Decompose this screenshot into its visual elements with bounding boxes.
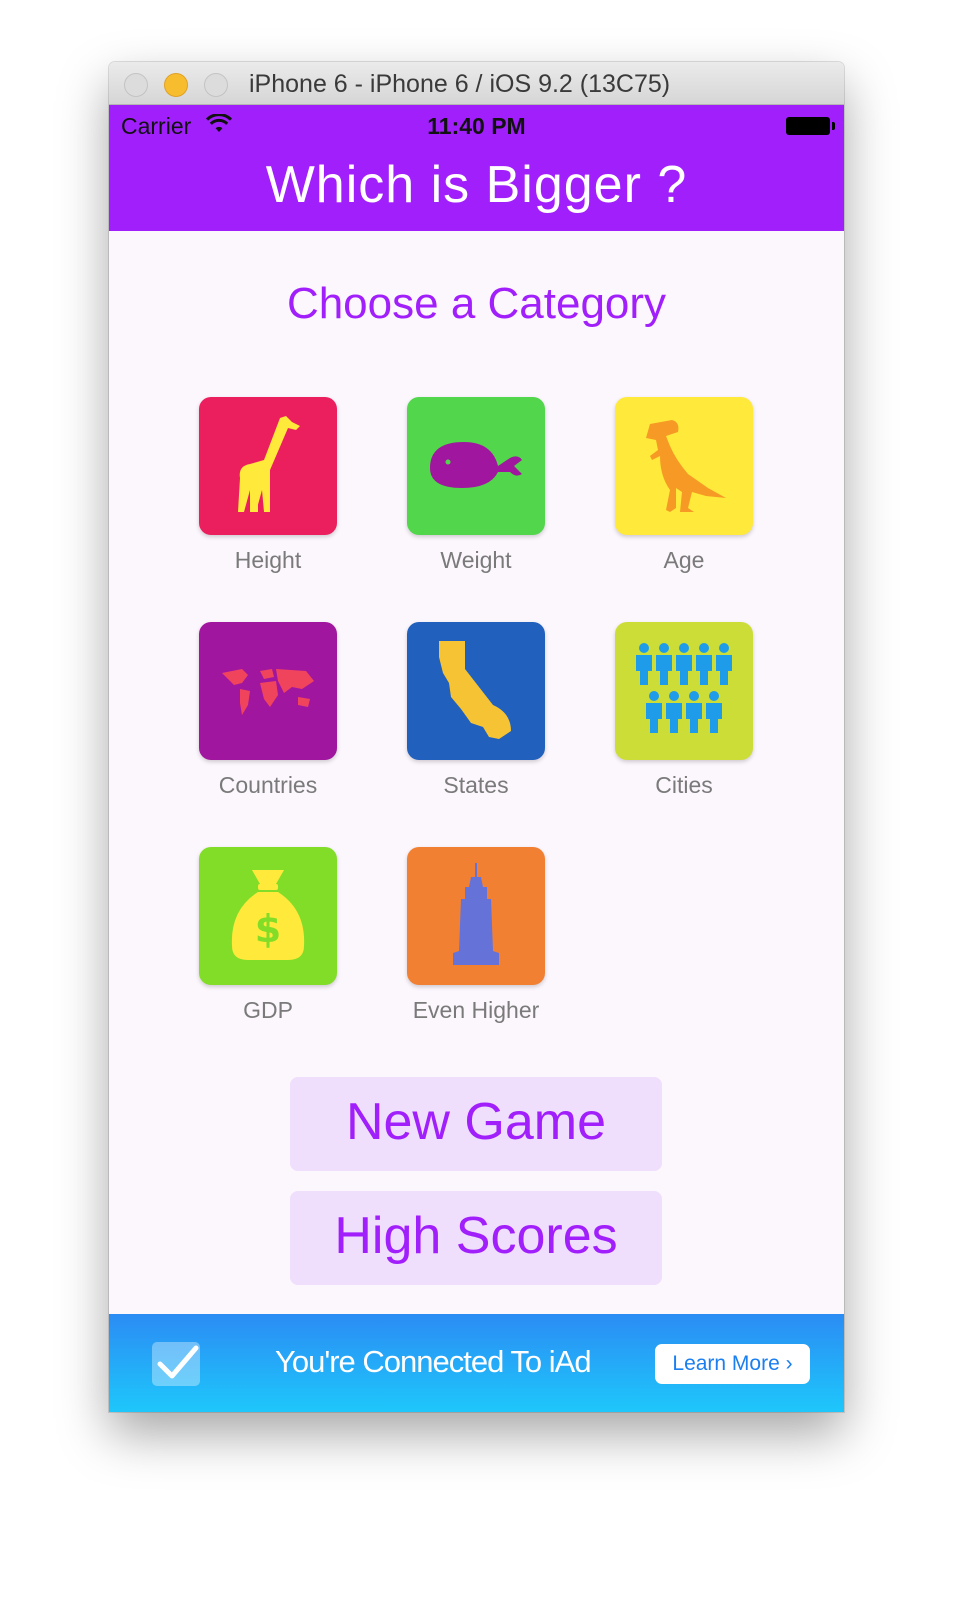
category-label: States: [443, 772, 509, 798]
status-bar: Carrier 11:40 PM: [109, 105, 844, 145]
category-height[interactable]: Height: [198, 397, 338, 574]
main-content: Choose a Category Height Weight Age Coun…: [109, 231, 844, 1314]
iad-banner[interactable]: You're Connected To iAd Learn More ›: [109, 1314, 844, 1412]
dinosaur-icon: [615, 397, 753, 535]
high-scores-button[interactable]: High Scores: [290, 1191, 662, 1285]
people-crowd-icon: [615, 622, 753, 760]
category-age[interactable]: Age: [614, 397, 754, 574]
close-window-button[interactable]: [124, 73, 148, 97]
category-cities[interactable]: Cities: [614, 622, 754, 799]
category-label: Weight: [440, 547, 512, 573]
learn-more-button[interactable]: Learn More ›: [655, 1344, 810, 1384]
simulator-window: iPhone 6 - iPhone 6 / iOS 9.2 (13C75) Ca…: [109, 62, 844, 1412]
category-heading: Choose a Category: [286, 279, 667, 328]
category-countries[interactable]: Countries: [198, 622, 338, 799]
nav-bar: Which is Bigger ?: [109, 145, 844, 231]
window-titlebar: iPhone 6 - iPhone 6 / iOS 9.2 (13C75): [109, 62, 844, 105]
new-game-button[interactable]: New Game: [290, 1077, 662, 1171]
world-map-icon: [199, 622, 337, 760]
money-bag-icon: $: [199, 847, 337, 985]
category-gdp[interactable]: $ GDP: [198, 847, 338, 1024]
category-weight[interactable]: Weight: [406, 397, 546, 574]
giraffe-icon: [199, 397, 337, 535]
category-label: Even Higher: [412, 997, 540, 1023]
category-label: Age: [663, 547, 705, 573]
battery-icon: [786, 117, 835, 135]
category-even-higher[interactable]: Even Higher: [406, 847, 546, 1024]
category-label: Cities: [655, 772, 713, 798]
status-time: 11:40 PM: [427, 113, 526, 139]
zoom-window-button[interactable]: [204, 73, 228, 97]
category-label: Height: [234, 547, 302, 573]
category-states[interactable]: States: [406, 622, 546, 799]
svg-text:$: $: [255, 907, 281, 951]
ad-message: You're Connected To iAd: [275, 1344, 592, 1379]
checkmark-icon: [152, 1342, 200, 1386]
skyscraper-icon: [407, 847, 545, 985]
california-icon: [407, 622, 545, 760]
minimize-window-button[interactable]: [164, 73, 188, 97]
category-label: Countries: [218, 772, 318, 798]
window-title: iPhone 6 - iPhone 6 / iOS 9.2 (13C75): [249, 70, 671, 98]
app-title: Which is Bigger ?: [265, 156, 688, 214]
category-label: GDP: [243, 997, 293, 1023]
whale-icon: [407, 397, 545, 535]
